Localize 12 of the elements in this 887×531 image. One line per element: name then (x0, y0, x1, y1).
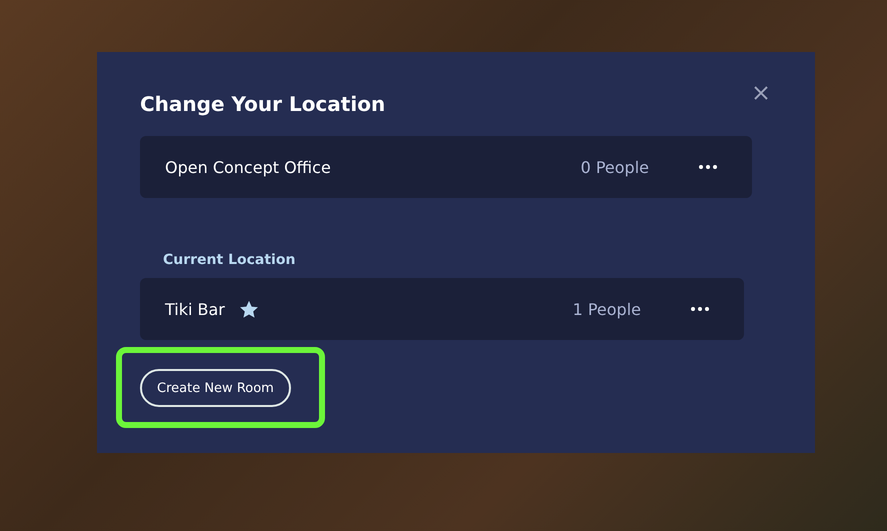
room-name: Tiki Bar (165, 300, 225, 318)
room-row[interactable]: Open Concept Office 0 People (140, 136, 752, 198)
more-options-icon[interactable] (691, 307, 709, 311)
create-room-button[interactable]: Create New Room (140, 369, 291, 407)
more-options-icon[interactable] (699, 165, 717, 169)
room-name: Open Concept Office (165, 158, 331, 176)
close-icon[interactable] (753, 85, 769, 101)
room-row[interactable]: Tiki Bar 1 People (140, 278, 744, 340)
section-heading: Current Location (163, 252, 296, 268)
people-count: 1 People (572, 300, 641, 318)
people-count: 0 People (580, 158, 649, 176)
dialog-title: Change Your Location (140, 91, 386, 116)
